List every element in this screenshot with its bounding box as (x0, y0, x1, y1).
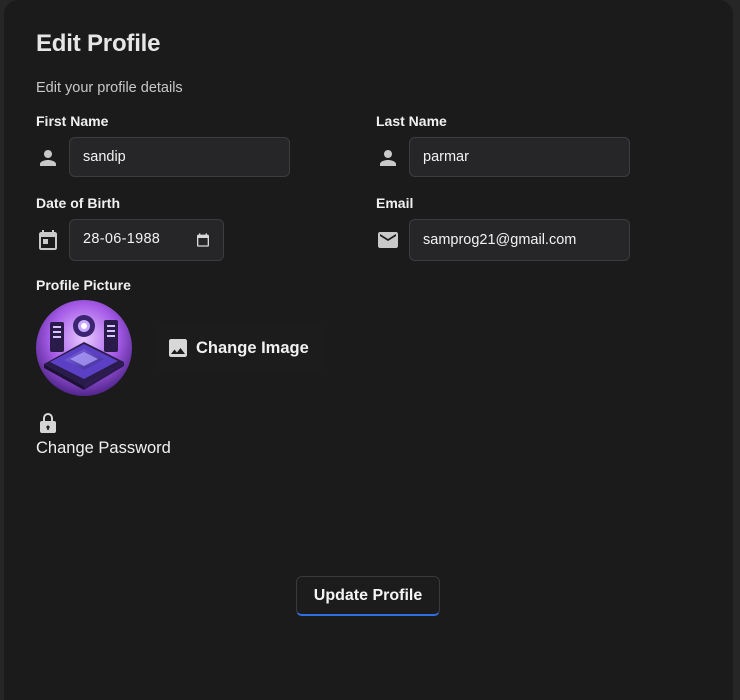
profile-picture-label: Profile Picture (36, 277, 131, 293)
change-image-button[interactable]: Change Image (154, 323, 326, 373)
last-name-label: Last Name (376, 113, 447, 129)
first-name-input[interactable] (69, 137, 290, 177)
email-input[interactable] (409, 219, 630, 261)
person-icon (376, 146, 400, 170)
edit-profile-card: Edit Profile Edit your profile details F… (4, 0, 733, 700)
calendar-icon (36, 228, 60, 252)
avatar (36, 300, 132, 396)
image-icon (166, 336, 190, 360)
dob-label: Date of Birth (36, 195, 120, 211)
person-icon (36, 146, 60, 170)
page-title: Edit Profile (36, 30, 161, 57)
change-image-label: Change Image (196, 339, 309, 357)
update-profile-button[interactable]: Update Profile (296, 576, 440, 616)
calendar-picker-icon[interactable] (195, 232, 211, 248)
page-subtitle: Edit your profile details (36, 80, 183, 96)
dob-value: 28-06-1988 (83, 231, 161, 247)
dob-input[interactable]: 28-06-1988 (69, 219, 224, 261)
last-name-input[interactable] (409, 137, 630, 177)
first-name-label: First Name (36, 113, 109, 129)
change-password-link[interactable]: Change Password (36, 439, 171, 458)
mail-icon (376, 228, 400, 252)
email-label: Email (376, 195, 414, 211)
lock-icon (38, 412, 58, 434)
